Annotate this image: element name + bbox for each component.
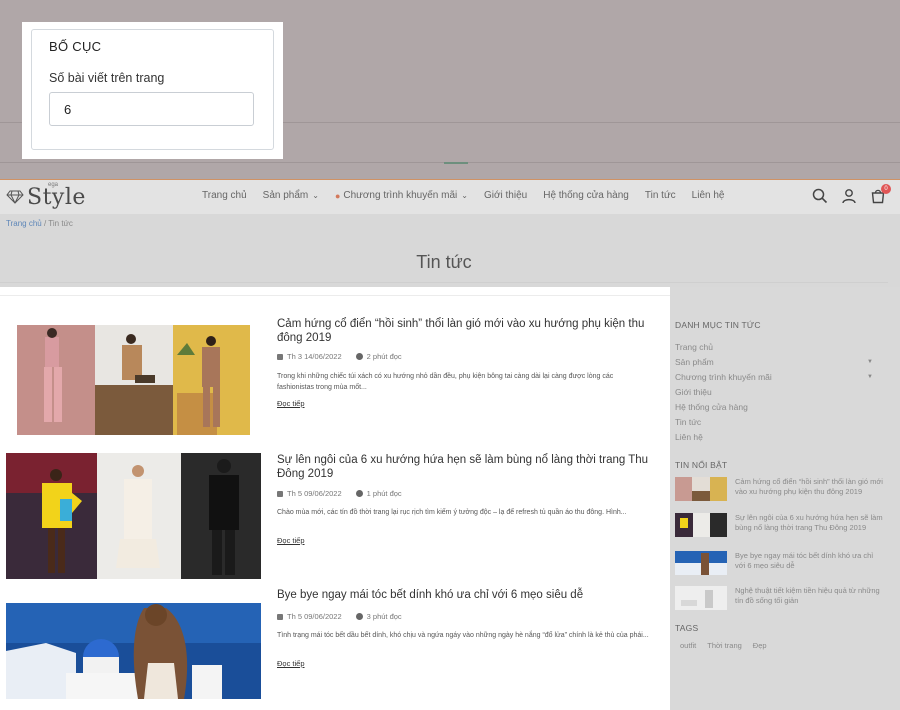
header-actions: 0 (812, 184, 891, 204)
article-thumbnail[interactable] (6, 453, 261, 579)
diamond-icon (6, 190, 24, 204)
article-read-time: 1 phút đọc (366, 489, 402, 498)
search-icon[interactable] (812, 188, 828, 204)
clock-icon (355, 490, 363, 497)
article-excerpt: Trong khi những chiếc túi xách có xu hướ… (277, 373, 614, 391)
page-title: Tin tức (416, 252, 472, 272)
divider (0, 282, 888, 283)
read-more-link[interactable]: Đọc tiếp (277, 536, 305, 545)
featured-post[interactable]: Sự lên ngôi của 6 xu hướng hứa hẹn sẽ là… (675, 513, 885, 537)
cart-count-badge: 0 (881, 184, 891, 194)
divider (444, 162, 468, 164)
read-more-link[interactable]: Đọc tiếp (277, 659, 305, 668)
site-header: ega Style Trang chủ Sản phẩm ⌄ ● Chương trì… (0, 179, 900, 214)
calendar-icon (277, 490, 283, 497)
featured-post-title: Bye bye ngay mái tóc bết dính khó ưa chỉ… (735, 551, 874, 570)
article-excerpt: Chào mùa mới, các tín đồ thời trang lại … (277, 509, 627, 516)
sidebar-item-news[interactable]: Tin tức (675, 417, 701, 427)
nav-item-products[interactable]: Sản phẩm ⌄ (263, 190, 319, 201)
featured-post-thumbnail (675, 477, 727, 501)
chevron-down-icon: ⌄ (461, 191, 468, 200)
nav-item-news[interactable]: Tin tức (645, 190, 676, 201)
chevron-down-icon: ⌄ (312, 191, 319, 200)
featured-post[interactable]: Bye bye ngay mái tóc bết dính khó ưa chỉ… (675, 551, 885, 575)
article-date: Th 3 14/06/2022 (287, 352, 342, 361)
article-thumbnail[interactable] (6, 603, 261, 699)
breadcrumb: Trang chủ / Tin tức (6, 219, 73, 228)
breadcrumb-home-link[interactable]: Trang chủ (6, 219, 42, 228)
nav-item-about[interactable]: Giới thiệu (484, 190, 527, 201)
article-read-time: 2 phút đọc (366, 352, 402, 361)
article-meta: Th 5 09/06/2022 3 phút đọc (277, 612, 402, 621)
posts-per-page-input[interactable]: 6 (49, 92, 254, 126)
clock-icon (355, 353, 363, 360)
sidebar: DANH MỤC TIN TỨC Trang chủ Sản phẩm ▼ Ch… (670, 287, 900, 710)
nav-item-contact[interactable]: Liên hệ (692, 190, 725, 201)
main-nav: Trang chủ Sản phẩm ⌄ ● Chương trình khuyến… (202, 190, 740, 201)
logo[interactable]: ega Style (6, 182, 86, 212)
posts-per-page-label: Số bài viết trên trang (49, 71, 165, 85)
calendar-icon (277, 353, 283, 360)
article-date: Th 5 09/06/2022 (287, 612, 342, 621)
featured-post[interactable]: Nghệ thuật tiết kiệm tiền hiệu quả từ nh… (675, 586, 885, 610)
sidebar-item-promotions[interactable]: Chương trình khuyến mãi (675, 372, 772, 382)
sidebar-heading-tags: TAGS (675, 623, 699, 633)
sidebar-item-home[interactable]: Trang chủ (675, 342, 713, 352)
sidebar-heading-featured: TIN NỔI BẬT (675, 460, 728, 470)
breadcrumb-separator: / (43, 219, 47, 228)
cart-icon[interactable]: 0 (870, 184, 891, 204)
tag[interactable]: outfit (680, 641, 696, 650)
read-more-link[interactable]: Đọc tiếp (277, 399, 305, 408)
article-title[interactable]: Sự lên ngôi của 6 xu hướng hứa hẹn sẽ là… (277, 453, 662, 481)
nav-item-stores[interactable]: Hệ thống cửa hàng (543, 190, 629, 201)
breadcrumb-current: Tin tức (48, 219, 73, 228)
sidebar-heading-categories: DANH MỤC TIN TỨC (675, 320, 761, 330)
featured-post-title: Sự lên ngôi của 6 xu hướng hứa hẹn sẽ là… (735, 513, 883, 532)
article-date: Th 5 09/06/2022 (287, 489, 342, 498)
sidebar-item-stores[interactable]: Hệ thống cửa hàng (675, 402, 748, 412)
calendar-icon (277, 613, 283, 620)
article-thumbnail[interactable] (17, 325, 250, 435)
logo-small-text: ega (48, 181, 59, 188)
logo-text: ega Style (27, 181, 86, 210)
tag[interactable]: Đẹp (753, 641, 767, 650)
article-meta: Th 3 14/06/2022 2 phút đọc (277, 352, 402, 361)
settings-panel-title: BỐ CỤC (49, 39, 102, 54)
featured-post-title: Cảm hứng cổ điển “hồi sinh” thổi làn gió… (735, 477, 883, 496)
tag[interactable]: Thời trang (707, 641, 742, 650)
article-list: Cảm hứng cổ điển “hồi sinh” thổi làn gió… (0, 287, 670, 710)
nav-item-promotions[interactable]: ● Chương trình khuyến mãi ⌄ (335, 190, 468, 201)
chevron-down-icon[interactable]: ▼ (867, 374, 873, 380)
sidebar-item-products[interactable]: Sản phẩm (675, 357, 714, 367)
featured-post-thumbnail (675, 586, 727, 610)
divider (0, 295, 670, 296)
article-title[interactable]: Bye bye ngay mái tóc bết dính khó ưa chỉ… (277, 588, 662, 602)
clock-icon (355, 613, 363, 620)
chevron-down-icon[interactable]: ▼ (867, 359, 873, 365)
user-icon[interactable] (841, 188, 857, 204)
featured-post[interactable]: Cảm hứng cổ điển “hồi sinh” thổi làn gió… (675, 477, 885, 501)
featured-post-thumbnail (675, 513, 727, 537)
article-read-time: 3 phút đọc (366, 612, 402, 621)
article-excerpt: Tình trạng mái tóc bết dầu bết dính, khó… (277, 632, 649, 639)
sidebar-item-about[interactable]: Giới thiệu (675, 387, 712, 397)
article-meta: Th 5 09/06/2022 1 phút đọc (277, 489, 402, 498)
flame-icon: ● (334, 190, 341, 201)
sidebar-item-contact[interactable]: Liên hệ (675, 432, 703, 442)
featured-post-thumbnail (675, 551, 727, 575)
article-title[interactable]: Cảm hứng cổ điển “hồi sinh” thổi làn gió… (277, 317, 662, 345)
nav-item-home[interactable]: Trang chủ (202, 190, 247, 201)
featured-post-title: Nghệ thuật tiết kiệm tiền hiệu quả từ nh… (735, 586, 880, 605)
tag-list: outfit Thời trang Đẹp (680, 641, 767, 650)
